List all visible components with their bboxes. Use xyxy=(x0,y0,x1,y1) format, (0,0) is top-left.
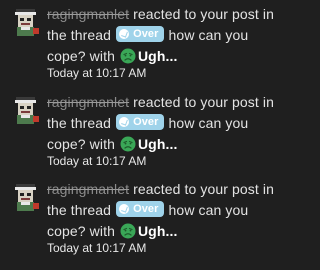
thread-prefix-badge[interactable]: Over xyxy=(116,201,164,217)
reaction-label: Ugh... xyxy=(137,223,178,239)
avatar-icon xyxy=(11,8,41,38)
avatar[interactable] xyxy=(11,8,41,38)
username-link[interactable]: ragingmanlet xyxy=(47,6,129,22)
alert-text: ragingmanlet reacted to your post in the… xyxy=(47,4,277,67)
thread-prefix-badge[interactable]: Over xyxy=(116,114,164,130)
avatar[interactable] xyxy=(11,183,41,213)
sick-face-icon xyxy=(120,48,136,64)
sick-face-icon xyxy=(120,223,136,239)
alert-item[interactable]: ragingmanlet reacted to your post in the… xyxy=(0,175,282,263)
prefix-check-icon xyxy=(119,117,130,127)
alert-timestamp: Today at 10:17 AM xyxy=(47,241,147,255)
username-link[interactable]: ragingmanlet xyxy=(47,181,129,197)
with-text: with xyxy=(89,223,115,239)
avatar-icon xyxy=(11,183,41,213)
reaction-label: Ugh... xyxy=(137,48,178,64)
prefix-check-icon xyxy=(119,204,130,214)
alert-text: ragingmanlet reacted to your post in the… xyxy=(47,179,277,242)
prefix-label: Over xyxy=(133,203,159,215)
prefix-label: Over xyxy=(133,116,159,128)
avatar-icon xyxy=(11,96,41,126)
with-text: with xyxy=(89,48,115,64)
reaction-label: Ugh... xyxy=(137,136,178,152)
alert-item[interactable]: ragingmanlet reacted to your post in the… xyxy=(0,88,282,176)
prefix-check-icon xyxy=(119,29,130,39)
username-link[interactable]: ragingmanlet xyxy=(47,94,129,110)
sick-face-icon xyxy=(120,136,136,152)
alert-timestamp: Today at 10:17 AM xyxy=(47,66,147,80)
thread-prefix-badge[interactable]: Over xyxy=(116,26,164,42)
avatar[interactable] xyxy=(11,96,41,126)
with-text: with xyxy=(89,136,115,152)
alert-item[interactable]: ragingmanlet reacted to your post in the… xyxy=(0,0,282,88)
prefix-label: Over xyxy=(133,28,159,40)
alert-text: ragingmanlet reacted to your post in the… xyxy=(47,92,277,155)
alerts-list: ragingmanlet reacted to your post in the… xyxy=(0,0,282,270)
alert-timestamp: Today at 10:17 AM xyxy=(47,154,147,168)
